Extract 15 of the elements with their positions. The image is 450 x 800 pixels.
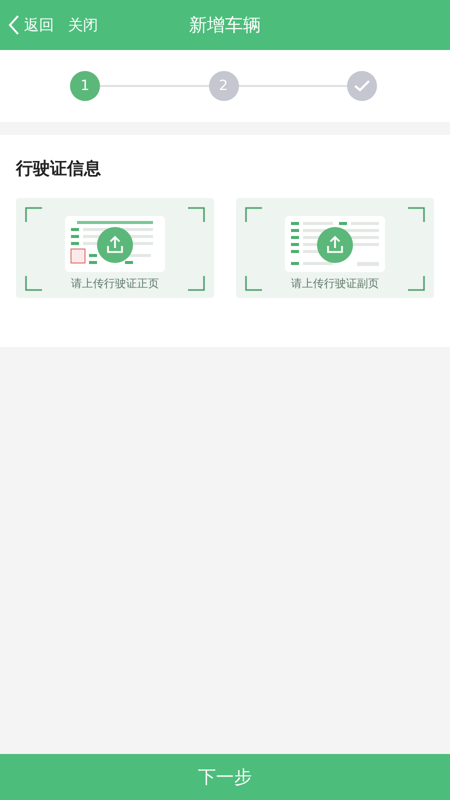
upload-icon bbox=[317, 227, 353, 263]
next-step-button[interactable]: 下一步 bbox=[0, 754, 450, 800]
license-back-upload[interactable]: 请上传行驶证副页 bbox=[236, 198, 434, 298]
close-button[interactable]: 关闭 bbox=[68, 16, 98, 34]
check-icon bbox=[354, 80, 370, 92]
back-icon bbox=[8, 14, 20, 36]
upload-label: 请上传行驶证正页 bbox=[71, 276, 159, 291]
license-front-upload[interactable]: 请上传行驶证正页 bbox=[16, 198, 214, 298]
section-title: 行驶证信息 bbox=[16, 158, 102, 180]
upload-label: 请上传行驶证副页 bbox=[291, 276, 379, 291]
step-indicator: 2 bbox=[208, 71, 238, 101]
upload-icon bbox=[97, 227, 133, 263]
back-button[interactable]: 返回 bbox=[8, 14, 54, 36]
page-title: 新增车辆 bbox=[189, 14, 261, 37]
step-indicator: 1 bbox=[70, 71, 100, 101]
